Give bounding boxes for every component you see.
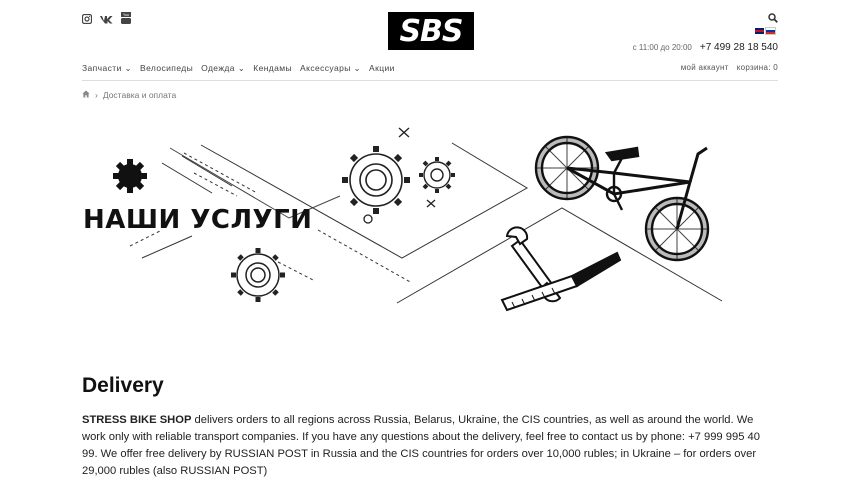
delivery-paragraph: STRESS BIKE SHOP delivers orders to all … [82,412,778,480]
instagram-icon[interactable] [81,11,93,29]
nav-item-bicycles[interactable]: Велосипеды [140,63,193,74]
header-divider [82,80,778,81]
nav-item-kendamas[interactable]: Кендамы [253,63,292,74]
nav-item-parts[interactable]: Запчасти ⌄ [82,63,132,74]
account-links: мой аккаунт корзина: 0 [681,63,778,72]
phone-number[interactable]: +7 499 28 18 540 [700,42,778,53]
youtube-icon[interactable]: You [121,11,131,29]
language-switcher [755,27,776,35]
nav-item-sales[interactable]: Акции [369,63,395,74]
section-heading: Delivery [82,374,164,397]
hero-title: НАШИ УСЛУГИ [83,205,313,235]
account-link[interactable]: мой аккаунт [681,63,729,72]
chevron-down-icon: ⌄ [353,63,362,73]
breadcrumb: › Доставка и оплата [82,90,176,100]
site-logo[interactable]: SBS [388,12,474,50]
chevron-right-icon: › [95,90,98,100]
svg-text:You: You [123,13,129,17]
chevron-down-icon: ⌄ [124,63,133,73]
breadcrumb-current: Доставка и оплата [102,90,177,100]
shop-name: STRESS BIKE SHOP [82,414,192,426]
russian-flag-icon[interactable] [765,27,776,35]
nav-item-accessories[interactable]: Аксессуары ⌄ [300,63,361,74]
nav-item-clothing[interactable]: Одежда ⌄ [201,63,245,74]
main-nav: Запчасти ⌄ Велосипеды Одежда ⌄ Кендамы А… [82,63,395,74]
search-icon[interactable] [768,10,778,28]
working-hours: с 11:00 до 20:00 [632,43,692,52]
vk-icon[interactable] [100,11,113,29]
contact-info: с 11:00 до 20:00 +7 499 28 18 540 [633,42,778,53]
social-links: You [81,11,131,29]
logo-text: SBS [399,13,463,49]
chevron-down-icon: ⌄ [237,63,246,73]
english-flag-icon[interactable] [755,28,764,34]
home-icon[interactable] [82,90,90,100]
cart-link[interactable]: корзина: 0 [737,63,778,72]
